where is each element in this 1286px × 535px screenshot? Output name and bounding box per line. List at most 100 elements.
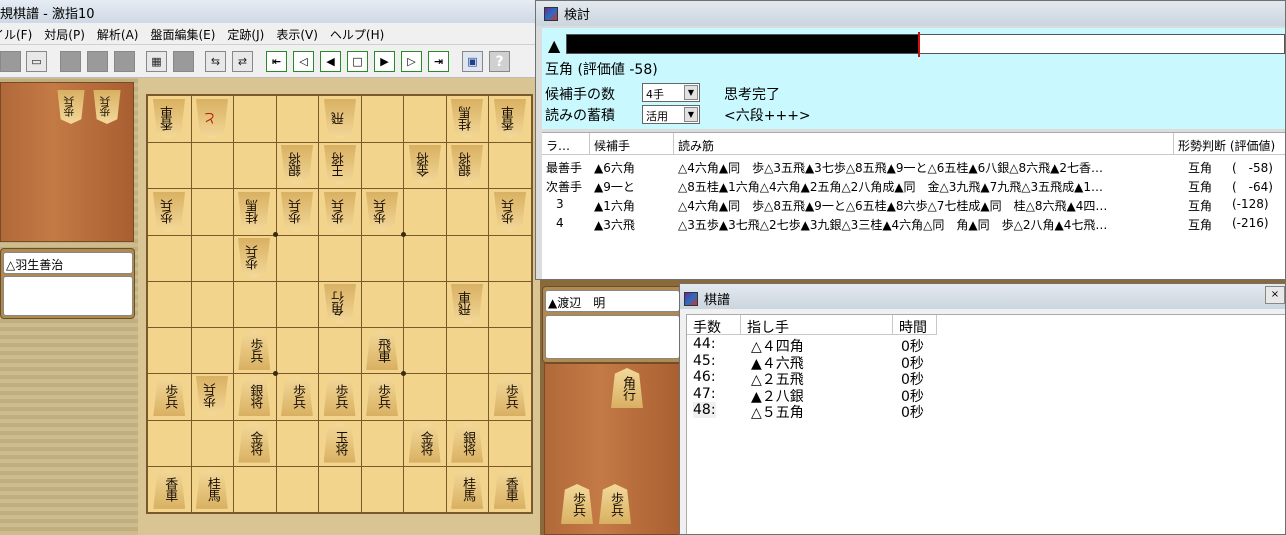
shogi-piece[interactable]: 歩兵 (281, 192, 313, 232)
shogi-piece[interactable]: 角行 (324, 284, 356, 324)
forward10-icon[interactable]: ▷ (401, 51, 422, 72)
kifu-move-row[interactable]: 48: △５五角 0秒 (687, 402, 1285, 421)
hand-piece[interactable]: 歩兵 (599, 484, 631, 524)
close-icon[interactable]: × (1265, 286, 1285, 304)
eval-bar-fill (567, 35, 919, 53)
shogi-piece[interactable]: 歩兵 (153, 376, 186, 417)
hand-piece[interactable]: 歩兵 (93, 90, 120, 124)
menu-view[interactable]: 表示(V) (276, 23, 318, 44)
menu-help[interactable]: ヘルプ(H) (330, 23, 384, 44)
shogi-piece[interactable]: 銀将 (238, 376, 271, 417)
shogi-piece[interactable]: 飛車 (366, 330, 399, 371)
accumulation-select[interactable]: 活用 ▼ (642, 105, 700, 124)
shogi-piece[interactable]: 歩兵 (238, 330, 271, 371)
shogi-piece[interactable]: 王将 (324, 145, 356, 185)
shogi-piece[interactable]: 桂馬 (238, 192, 270, 232)
menu-analysis[interactable]: 解析(A) (97, 23, 139, 44)
analysis-window: 検討 ▲ 互角 (評価値 -58) 候補手の数 4手 ▼ 思考完了 読みの蓄積 … (535, 0, 1286, 280)
menu-file[interactable]: イル(F) (0, 23, 32, 44)
kifu-header-num[interactable]: 手数 (687, 315, 741, 336)
chevron-down-icon[interactable]: ▼ (684, 107, 698, 122)
back10-icon[interactable]: ◁ (293, 51, 314, 72)
shogi-piece[interactable]: 金将 (408, 422, 441, 463)
kifu-move-row[interactable]: 47: ▲２八銀 0秒 (687, 386, 1285, 405)
kifu-header-time[interactable]: 時間 (893, 315, 937, 336)
copy-icon[interactable]: ⇄ (232, 51, 253, 72)
shogi-piece[interactable]: と (196, 99, 228, 139)
shogi-piece[interactable]: 香車 (153, 468, 186, 509)
board-star-point (273, 232, 279, 238)
forward-icon[interactable]: ▶ (374, 51, 395, 72)
shogi-piece[interactable]: 香車 (153, 99, 185, 139)
shogi-piece[interactable]: 歩兵 (366, 376, 399, 417)
shogi-piece[interactable]: 桂馬 (451, 468, 484, 509)
shogi-piece[interactable]: 玉将 (323, 422, 356, 463)
undo-icon[interactable] (114, 51, 135, 72)
hand-piece[interactable]: 歩兵 (561, 484, 593, 524)
pv-line: △4六角▲同 歩△8五飛▲9一と△6五桂▲8六歩△7七桂成▲同 桂△8六飛▲4四… (678, 199, 1108, 213)
shogi-piece[interactable]: 歩兵 (238, 238, 270, 278)
shogi-piece[interactable]: 香車 (494, 99, 526, 139)
kifu-move-row[interactable]: 46: △２五飛 0秒 (687, 369, 1285, 388)
back-icon[interactable]: ◀ (320, 51, 341, 72)
pv-row[interactable]: 3 ▲1六角 △4六角▲同 歩△8五飛▲9一と△6五桂▲8六歩△7七桂成▲同 桂△8… (542, 195, 1285, 214)
kifu-header-move[interactable]: 指し手 (741, 315, 893, 336)
pv-judge: 互角 (1188, 218, 1213, 232)
piece-label: 歩兵 (331, 199, 347, 224)
shogi-piece[interactable]: 金将 (409, 145, 441, 185)
shogi-piece[interactable]: 歩兵 (324, 192, 356, 232)
kifu-move-row[interactable]: 44: △４四角 0秒 (687, 336, 1285, 355)
edit-icon[interactable]: ⇆ (205, 51, 226, 72)
shogi-piece[interactable]: 香車 (493, 468, 526, 509)
shogi-piece[interactable]: 飛 (324, 99, 356, 139)
shogi-piece[interactable]: 銀将 (281, 145, 313, 185)
screen-icon[interactable]: ▣ (462, 51, 483, 72)
chevron-down-icon[interactable]: ▼ (684, 85, 698, 100)
shogi-piece[interactable]: 歩兵 (153, 192, 185, 232)
save-icon[interactable] (60, 51, 81, 72)
hand-piece[interactable]: 歩兵 (57, 90, 84, 124)
shogi-piece[interactable]: 歩兵 (323, 376, 356, 417)
shogi-piece[interactable]: 歩兵 (366, 192, 398, 232)
piece-label: 金将 (247, 430, 263, 455)
hand-piece[interactable]: 角行 (611, 368, 643, 408)
pv-header-rank[interactable]: ラ… (542, 133, 590, 155)
kifu-move-row[interactable]: 45: ▲４六飛 0秒 (687, 353, 1285, 372)
shogi-piece[interactable]: 歩兵 (280, 376, 313, 417)
pv-row[interactable]: 4 ▲3六飛 △3五歩▲3七飛△2七歩▲3九銀△3三桂▲4六角△同 角▲同 歩△2八… (542, 214, 1285, 233)
pv-row[interactable]: 次善手 ▲9一と △8五桂▲1六角△4六角▲2五角△2八角成▲同 金△3九飛▲7九飛… (542, 176, 1285, 195)
shogi-piece[interactable]: 桂馬 (195, 468, 228, 509)
pv-row[interactable]: 最善手 ▲6六角 △4六角▲同 歩△3五飛▲3七歩△8五飛▲9一と△6五桂▲6八銀△… (542, 157, 1285, 176)
print-icon[interactable] (87, 51, 108, 72)
stop-icon[interactable]: □ (347, 51, 368, 72)
shogi-piece[interactable]: 銀将 (451, 422, 484, 463)
shogi-piece[interactable]: 歩兵 (493, 376, 526, 417)
shogi-piece[interactable]: 歩兵 (196, 376, 228, 416)
shogi-piece[interactable]: 銀将 (451, 145, 483, 185)
pv-header-line[interactable]: 読み筋 (674, 133, 1174, 155)
board-icon[interactable]: ▦ (146, 51, 167, 72)
board-grid-line (190, 96, 192, 512)
help-icon[interactable]: ? (489, 51, 510, 72)
piece-label: 桂馬 (204, 476, 220, 501)
new-icon[interactable] (0, 51, 21, 72)
last-icon[interactable]: ⇥ (428, 51, 449, 72)
board-grid-line (148, 465, 531, 467)
menu-game[interactable]: 対局(P) (44, 23, 85, 44)
shogi-piece[interactable]: 金将 (238, 422, 271, 463)
eval-side-marker: ▲ (548, 36, 561, 55)
open-icon[interactable]: ▭ (26, 51, 47, 72)
shogi-piece[interactable]: 桂馬 (451, 99, 483, 139)
flip-icon[interactable] (173, 51, 194, 72)
piece-label: 銀将 (288, 153, 304, 178)
menu-board-edit[interactable]: 盤面編集(E) (150, 23, 215, 44)
pv-header-judge[interactable]: 形勢判断 (評価値) (1174, 133, 1285, 155)
candidate-count-select[interactable]: 4手 ▼ (642, 83, 700, 102)
first-icon[interactable]: ⇤ (266, 51, 287, 72)
pv-move: ▲6六角 (594, 161, 635, 175)
shogi-piece[interactable]: 飛車 (451, 284, 483, 324)
menu-joseki[interactable]: 定跡(J) (227, 23, 264, 44)
shogi-board[interactable]: 香車と飛桂馬 香車 銀将 王将 金将 銀将 歩兵 桂馬 歩兵 歩兵 歩兵 歩兵 歩兵 角行 飛車 歩兵 飛車 歩兵… (146, 94, 533, 514)
pv-header-move[interactable]: 候補手 (590, 133, 674, 155)
shogi-piece[interactable]: 歩兵 (494, 192, 526, 232)
